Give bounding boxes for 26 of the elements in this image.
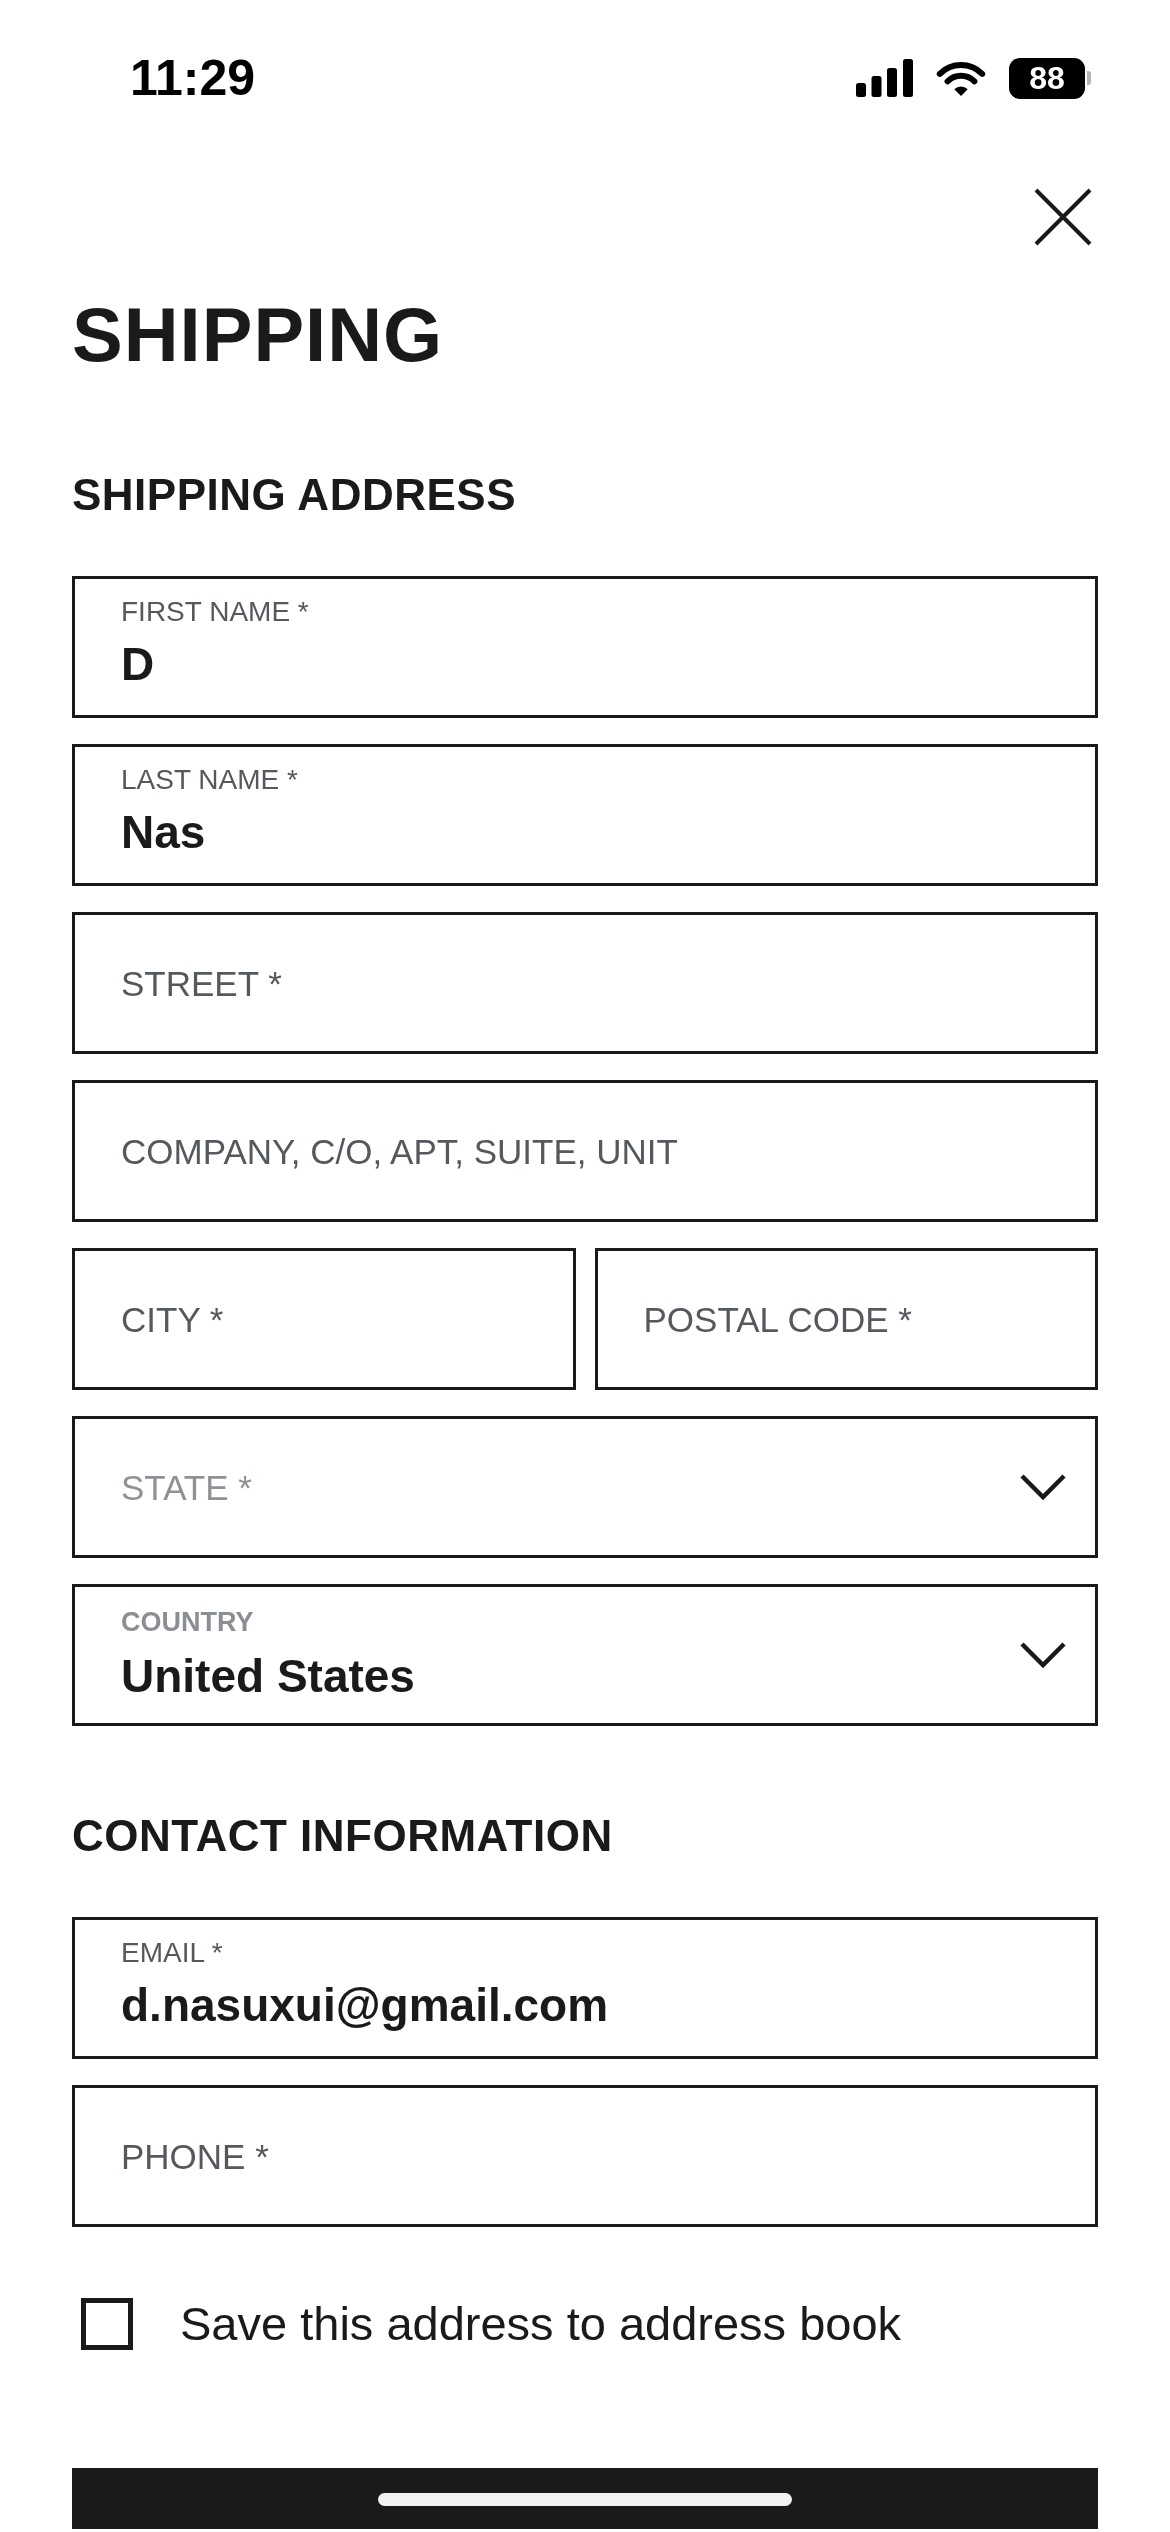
action-button[interactable] [72, 2468, 1098, 2529]
status-time: 11:29 [130, 53, 256, 103]
text-field[interactable]: CITY * [72, 1248, 576, 1390]
field-label: COUNTRY [121, 1609, 254, 1636]
close-icon [1034, 188, 1092, 246]
wifi-icon [935, 59, 987, 97]
dropdown-field[interactable]: COUNTRY United States [72, 1584, 1098, 1726]
text-field[interactable]: POSTAL CODE * [594, 1248, 1098, 1390]
text-field[interactable]: COMPANY, C/O, APT, SUITE, UNIT [72, 1080, 1098, 1222]
chevron-down-icon [1019, 1641, 1067, 1669]
text-field[interactable]: EMAIL * d.nasuxui@gmail.com [72, 1917, 1098, 2059]
page-title: SHIPPING [72, 297, 444, 373]
field-label: LAST NAME * [121, 766, 298, 794]
text-field[interactable]: STREET * [72, 912, 1098, 1054]
text-field[interactable]: FIRST NAME * D [72, 576, 1098, 718]
checkbox[interactable] [81, 2298, 133, 2350]
field-label: EMAIL * [121, 1939, 223, 1967]
close-button[interactable] [1034, 188, 1092, 246]
signal-icon [856, 59, 913, 97]
field-label: FIRST NAME * [121, 598, 309, 626]
checkbox-label[interactable]: Save this address to address book [180, 2298, 902, 2350]
text-field[interactable]: LAST NAME * Nas [72, 744, 1098, 886]
section-heading: SHIPPING ADDRESS [72, 473, 516, 517]
section-heading: CONTACT INFORMATION [72, 1814, 613, 1858]
chevron-down-icon [1019, 1473, 1067, 1501]
text-field[interactable]: PHONE * [72, 2085, 1098, 2227]
